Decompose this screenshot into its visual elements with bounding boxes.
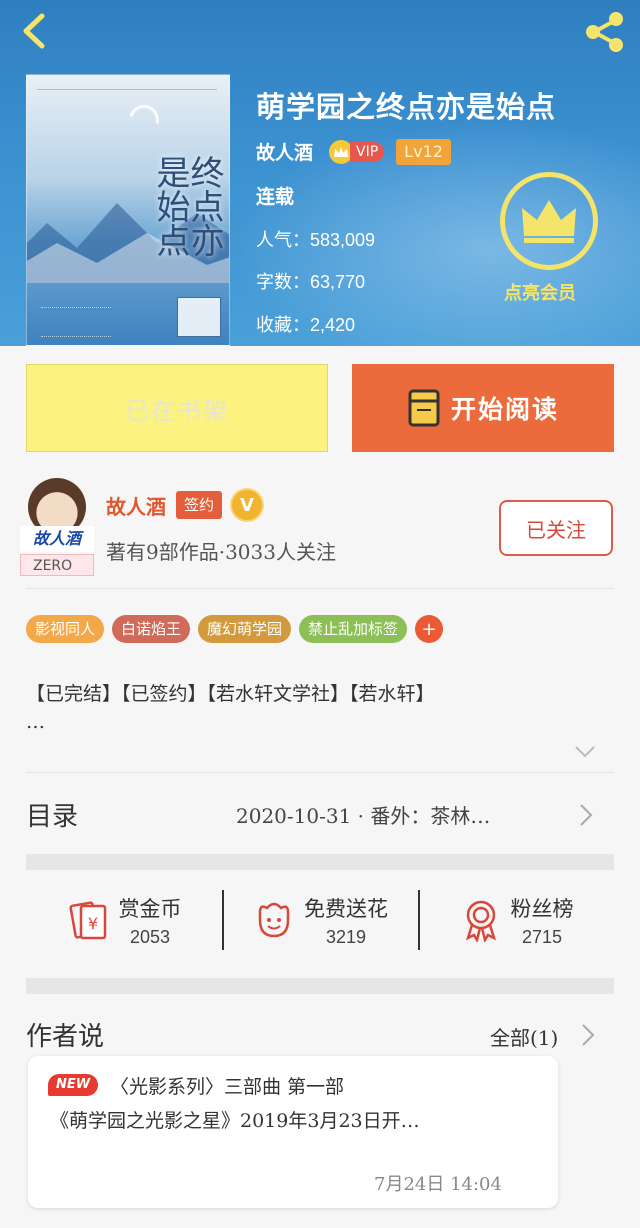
member-label[interactable]: 点亮会员: [504, 279, 576, 305]
divider: [26, 588, 614, 589]
stat-count: 2053: [129, 926, 171, 947]
stat-title: 免费送花: [304, 896, 388, 921]
toc-label: 目录: [26, 801, 79, 832]
crown-icon: [522, 200, 576, 243]
tag-item[interactable]: 白诺焰王: [112, 615, 191, 643]
share-button[interactable]: [582, 10, 628, 54]
vip-label: VIP: [350, 141, 385, 162]
author-row: 故人酒 签约 V: [106, 490, 263, 520]
cover-blurb: [41, 307, 111, 337]
chevron-down-icon: [575, 746, 595, 758]
book-header: 终点亦是始点 萌学园之终点亦是始点 故人酒 VIP Lv12 连载 人气：583…: [0, 0, 640, 346]
stat-value: 63,770: [310, 272, 366, 292]
latest-chapter: 2020-10-31 · 番外：茶林…: [236, 803, 491, 828]
svg-text:¥: ¥: [87, 914, 97, 933]
start-reading-button[interactable]: 开始阅读: [352, 364, 614, 452]
author-avatar[interactable]: 故人酒 ZERO: [20, 476, 94, 576]
signed-badge: 签约: [176, 491, 223, 519]
stat-label: 收藏：: [256, 315, 310, 336]
author-summary: 著有9部作品·3033人关注: [106, 540, 336, 564]
section-separator: [26, 854, 614, 870]
stat-label: 人气：: [256, 230, 310, 251]
add-tag-button[interactable]: +: [415, 615, 444, 643]
note-timestamp: 7月24日 14:04: [374, 1174, 502, 1195]
cover-stamp: [177, 297, 221, 337]
note-line: 〈光影系列〉三部曲 第一部: [110, 1076, 345, 1098]
header-author-line: 故人酒 VIP Lv12: [256, 138, 451, 165]
cover-title: 终点亦是始点: [150, 155, 224, 257]
author-says-all-link[interactable]: 全部(1): [490, 1022, 558, 1051]
stat-title: 赏金币: [118, 896, 182, 921]
medal-icon: [465, 900, 496, 942]
back-button[interactable]: [14, 10, 54, 52]
author-note-card[interactable]: NEW 〈光影系列〉三部曲 第一部 《萌学园之光影之星》2019年3月23日开……: [28, 1056, 558, 1208]
avatar-caption: 故人酒: [20, 526, 94, 552]
note-line: 《萌学园之光影之星》2019年3月23日开…: [50, 1110, 420, 1132]
book-title: 萌学园之终点亦是始点: [256, 90, 557, 124]
follow-button[interactable]: 已关注: [499, 500, 613, 556]
new-badge: NEW: [48, 1074, 98, 1096]
stat-value: 583,009: [310, 230, 376, 250]
expand-description-button[interactable]: [574, 744, 596, 763]
avatar-tag: ZERO: [20, 554, 94, 576]
member-button[interactable]: [500, 172, 598, 270]
header-author-name[interactable]: 故人酒: [256, 138, 313, 165]
book-description[interactable]: 【已完结】【已签约】【若水轩文学社】【若水轩】 …: [26, 680, 616, 736]
cover-decoration: [37, 89, 217, 103]
chevron-left-icon: [23, 13, 45, 49]
coin-bag-icon: ¥: [68, 901, 106, 940]
level-badge: Lv12: [396, 138, 451, 165]
book-cover[interactable]: 终点亦是始点: [26, 74, 230, 346]
chevron-right-icon: [580, 804, 593, 826]
section-separator: [26, 978, 614, 994]
on-shelf-button[interactable]: 已在书架: [26, 364, 328, 452]
table-of-contents-row[interactable]: 目录 2020-10-31 · 番外：茶林…: [26, 788, 614, 840]
cover-moon: [123, 99, 165, 141]
description-line: …: [26, 711, 45, 733]
stat-word-count: 字数：63,770: [256, 268, 365, 294]
vip-badge: VIP: [329, 139, 385, 164]
reward-coins-button[interactable]: ¥ 赏金币 2053: [26, 880, 222, 960]
book-status: 连载: [256, 186, 295, 208]
start-reading-label: 开始阅读: [450, 395, 559, 424]
chevron-right-icon: [582, 1024, 595, 1046]
stat-label: 字数：: [256, 272, 310, 293]
divider: [26, 772, 614, 773]
support-stats: ¥ 赏金币 2053 免费送花 3219 粉丝榜 2715: [26, 880, 614, 960]
author-says-title: 作者说: [26, 1022, 105, 1052]
stat-count: 3219: [325, 926, 367, 947]
stat-title: 粉丝榜: [510, 896, 574, 921]
stat-popularity: 人气：583,009: [256, 226, 375, 252]
flower-icon: [258, 902, 290, 938]
book-icon: [408, 389, 440, 427]
tag-list: 影视同人 白诺焰王 魔幻萌学园 禁止乱加标签 +: [26, 615, 444, 643]
stat-favorites: 收藏：2,420: [256, 311, 355, 337]
tag-item[interactable]: 禁止乱加标签: [299, 615, 408, 643]
description-line: 【已完结】【已签约】【若水轩文学社】【若水轩】: [26, 683, 435, 705]
share-icon: [586, 12, 623, 52]
stat-value: 2,420: [310, 315, 356, 335]
stat-count: 2715: [521, 926, 563, 947]
tag-item[interactable]: 魔幻萌学园: [198, 615, 292, 643]
verified-badge: V: [232, 490, 263, 520]
fan-ranking-button[interactable]: 粉丝榜 2715: [418, 880, 614, 960]
tag-item[interactable]: 影视同人: [26, 615, 105, 643]
send-flowers-button[interactable]: 免费送花 3219: [222, 880, 418, 960]
author-name[interactable]: 故人酒: [106, 491, 166, 520]
